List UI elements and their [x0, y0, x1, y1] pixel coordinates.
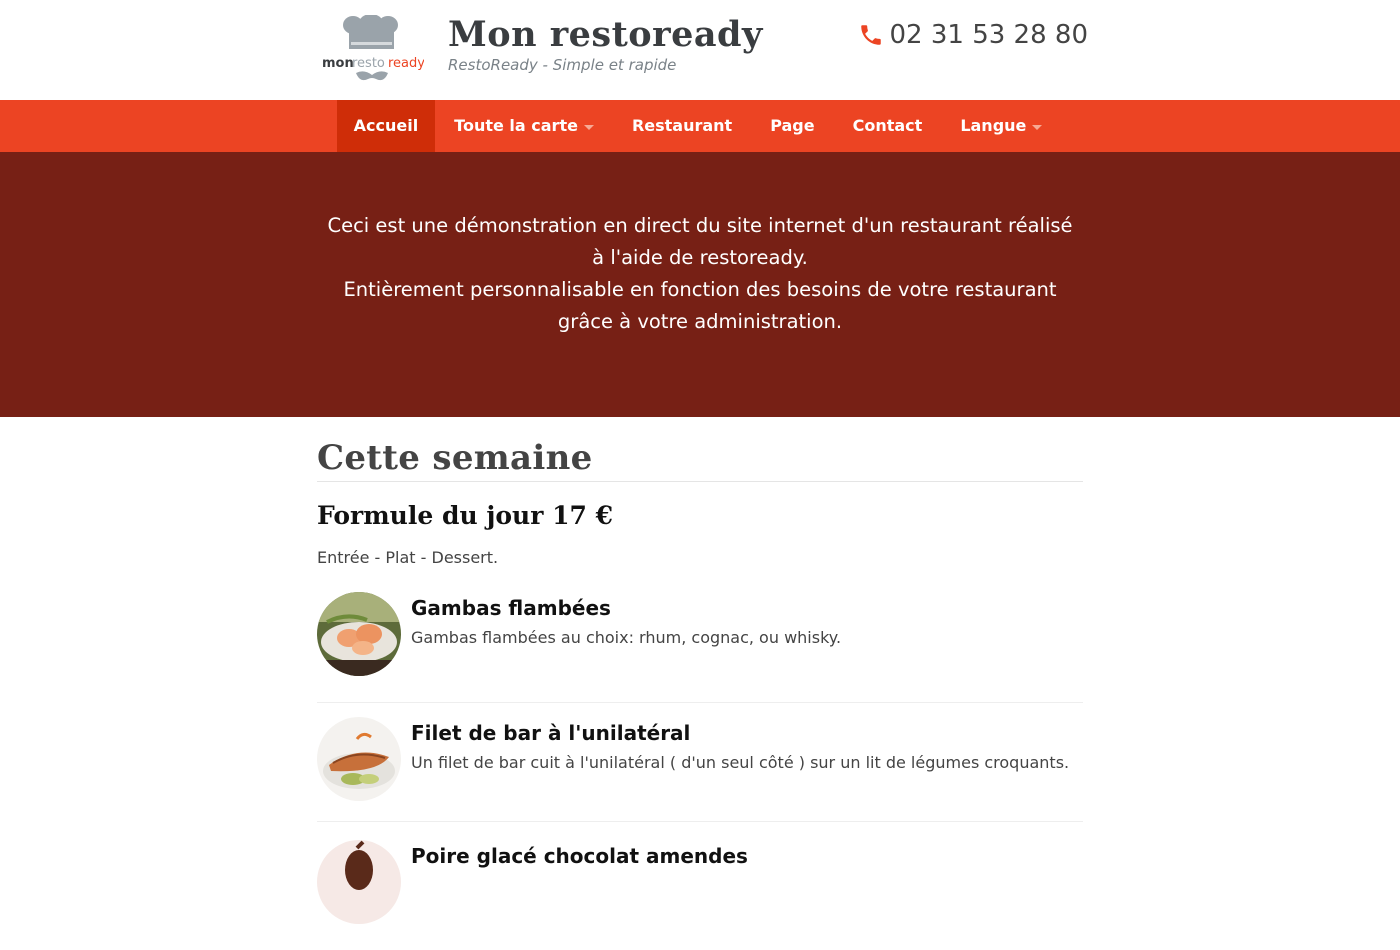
dish-photo-gambas[interactable] [317, 592, 401, 676]
section-title: Cette semaine [317, 438, 593, 478]
formula-description: Entrée - Plat - Dessert. [317, 548, 499, 567]
dish-item[interactable]: Poire glacé chocolat amendes [317, 822, 1083, 950]
site-tagline: RestoReady - Simple et rapide [448, 56, 677, 74]
dish-item[interactable]: Gambas flambées Gambas flambées au choix… [317, 585, 1083, 703]
formula-title: Formule du jour 17 € [317, 501, 613, 530]
dish-name[interactable]: Gambas flambées [411, 594, 841, 622]
nav-item-label: Langue [960, 116, 1027, 135]
dish-description: Gambas flambées au choix: rhum, cognac, … [411, 628, 842, 647]
logo-text-ready: ready [388, 56, 424, 71]
main-navbar: Accueil Toute la carte Restaurant Page C… [0, 100, 1400, 152]
dish-description: Un filet de bar cuit à l'unilatéral ( d'… [411, 753, 1070, 772]
dish-list: Gambas flambées Gambas flambées au choix… [317, 585, 1083, 950]
phone-number[interactable]: 02 31 53 28 80 [890, 20, 1088, 50]
dish-photo-poire[interactable] [317, 840, 401, 924]
dish-name[interactable]: Filet de bar à l'unilatéral [411, 719, 1069, 747]
nav-item-page[interactable]: Page [751, 100, 833, 152]
hero-line-2: Entièrement personnalisable en fonction … [343, 277, 1057, 333]
nav-item-langue[interactable]: Langue [941, 100, 1061, 152]
logo-text-mon: mon [322, 56, 354, 71]
nav-item-label: Contact [852, 116, 923, 135]
nav-item-label: Page [770, 116, 815, 135]
chef-hat-logo[interactable]: mon resto ready [322, 15, 424, 85]
phone-icon [860, 25, 881, 45]
nav-item-label: Restaurant [631, 116, 733, 135]
logo-text-resto: resto [352, 56, 385, 71]
hero-text: Ceci est une démonstration en direct du … [320, 210, 1080, 338]
nav-item-contact[interactable]: Contact [834, 100, 942, 152]
nav-item-restaurant[interactable]: Restaurant [613, 100, 751, 152]
phone-contact[interactable]: 02 31 53 28 80 [858, 20, 1088, 50]
nav-item-accueil[interactable]: Accueil [336, 100, 436, 152]
section-divider [317, 481, 1083, 482]
dish-photo-filet-de-bar[interactable] [317, 717, 401, 801]
site-title[interactable]: Mon restoready [448, 14, 763, 55]
main-content: Cette semaine Formule du jour 17 € Entré… [317, 417, 1083, 950]
hero-banner: Ceci est une démonstration en direct du … [0, 152, 1400, 417]
caret-down-icon [583, 125, 594, 130]
nav-item-label: Accueil [353, 116, 419, 135]
dish-name[interactable]: Poire glacé chocolat amendes [411, 842, 748, 870]
nav-item-toute-la-carte[interactable]: Toute la carte [435, 100, 613, 152]
caret-down-icon [1032, 125, 1043, 130]
site-header: mon resto ready Mon restoready RestoRead… [0, 0, 1400, 100]
dish-item[interactable]: Filet de bar à l'unilatéral Un filet de … [317, 703, 1083, 822]
hero-line-1: Ceci est une démonstration en direct du … [327, 213, 1073, 269]
nav-item-label: Toute la carte [454, 116, 578, 135]
